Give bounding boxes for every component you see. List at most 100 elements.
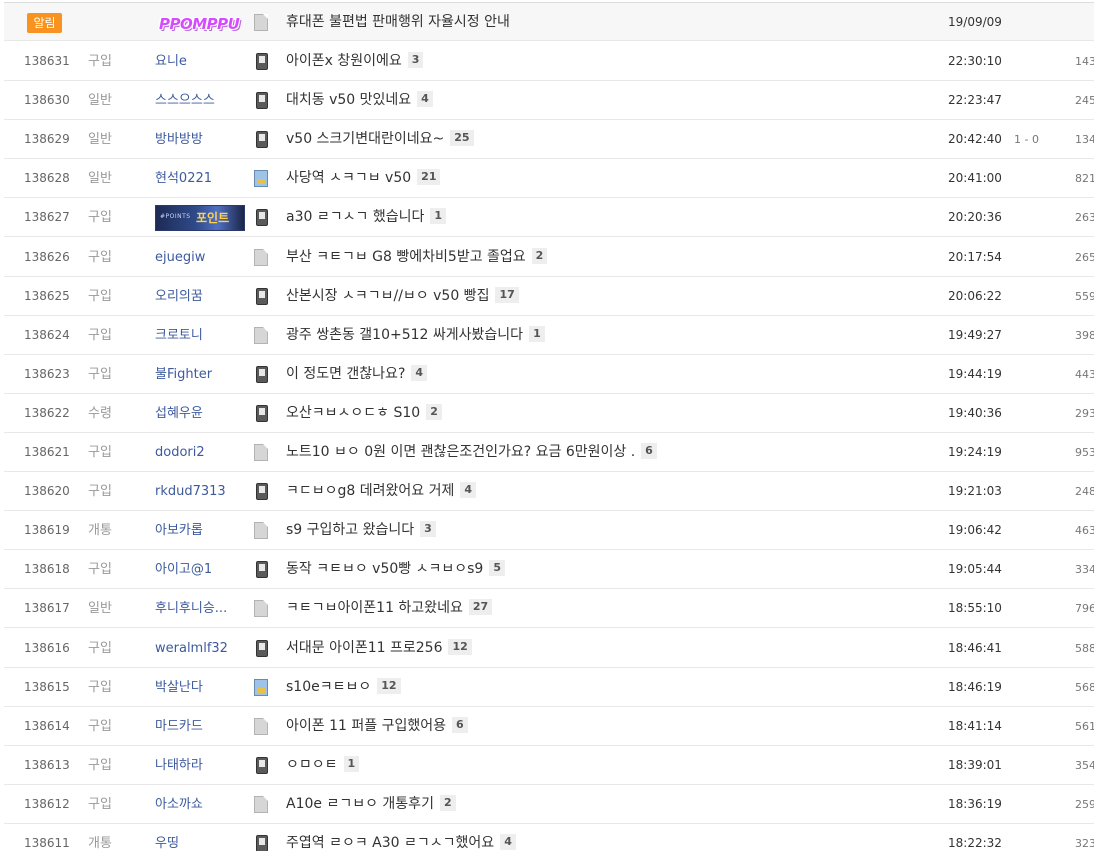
- post-author[interactable]: 스스으스스: [155, 81, 249, 120]
- post-title-link[interactable]: 아이폰x 창원이에요 3: [286, 42, 424, 81]
- table-row[interactable]: 138628 일반 현석0221 사당역 ㅅㅋㄱㅂ v50 21 20:41:00 821: [4, 159, 1094, 199]
- table-row[interactable]: 138629 일반 방바방방 v50 스크기변대란이네요~ 25 20:42:40 1 - …: [4, 120, 1094, 160]
- table-row[interactable]: 138622 수령 섭혜우윤 오산ㅋㅂㅅㅇㄷㅎ S10 2 19:40:36 293: [4, 393, 1094, 433]
- post-author[interactable]: 섭혜우윤: [155, 394, 249, 433]
- post-author[interactable]: dodori2: [155, 433, 249, 472]
- table-row[interactable]: 138624 구입 크로토니 광주 쌍촌동 갤10+512 싸게사봤습니다 1 19:49…: [4, 315, 1094, 355]
- table-row[interactable]: 138611 개통 우띵 주엽역 ㄹㅇㅋ A30 ㄹㄱㅅㄱ했어요 4 18:22:32 32…: [4, 824, 1094, 851]
- view-count: 259: [1075, 797, 1094, 811]
- post-author[interactable]: 아이고@1: [155, 550, 249, 589]
- post-author[interactable]: weralmlf32: [155, 629, 249, 668]
- comment-count[interactable]: 2: [426, 403, 442, 420]
- table-row[interactable]: 138617 일반 후니후니승... ㅋㅌㄱㅂ아이폰11 하고왔네요 27 18:55:1…: [4, 589, 1094, 629]
- author-image[interactable]: #POINTS 포인트: [155, 205, 245, 232]
- post-title-link[interactable]: 광주 쌍촌동 갤10+512 싸게사봤습니다 1: [286, 316, 545, 355]
- table-row[interactable]: 138621 구입 dodori2 노트10 ㅂㅇ 0원 이면 괜찮은조건인가요? 요…: [4, 433, 1094, 472]
- comment-count[interactable]: 21: [417, 169, 441, 186]
- post-author[interactable]: 불Fighter: [155, 355, 249, 394]
- table-row[interactable]: 138625 구입 오리의꿈 산본시장 ㅅㅋㄱㅂ//ㅂㅇ v50 빵집 17 20:06:…: [4, 276, 1094, 316]
- notice-title[interactable]: 휴대폰 불편법 판매행위 자율시정 안내: [286, 3, 510, 42]
- phone-icon: [256, 835, 268, 851]
- post-title-link[interactable]: ㅋㅌㄱㅂ아이폰11 하고왔네요 27: [286, 589, 493, 628]
- comment-count[interactable]: 12: [377, 677, 401, 694]
- table-row[interactable]: 138614 구입 마드카드 아이폰 11 퍼플 구입했어용 6 18:41:14 561: [4, 706, 1094, 746]
- comment-count[interactable]: 3: [407, 52, 424, 68]
- comment-count[interactable]: 4: [411, 364, 428, 381]
- post-title-link[interactable]: 대치동 v50 맛있네요 4: [286, 81, 433, 120]
- comment-count[interactable]: 1: [343, 755, 360, 772]
- notice-row[interactable]: 알림 PPOMPPU 휴대폰 불편법 판매행위 자율시정 안내 19/09/09: [4, 2, 1094, 41]
- post-title-link[interactable]: 노트10 ㅂㅇ 0원 이면 괜찮은조건인가요? 요금 6만원이상 . 6: [286, 433, 657, 472]
- comment-count[interactable]: 27: [468, 599, 493, 616]
- post-title-link[interactable]: 산본시장 ㅅㅋㄱㅂ//ㅂㅇ v50 빵집 17: [286, 277, 519, 316]
- post-author[interactable]: 마드카드: [155, 707, 249, 746]
- image-icon: [254, 170, 268, 188]
- comment-count[interactable]: 6: [451, 716, 468, 733]
- post-title-link[interactable]: 아이폰 11 퍼플 구입했어용 6: [286, 707, 468, 746]
- table-row[interactable]: 138618 구입 아이고@1 동작 ㅋㅌㅂㅇ v50빵 ㅅㅋㅂㅇs9 5 19:05:4…: [4, 550, 1094, 590]
- table-row[interactable]: 138630 일반 스스으스스 대치동 v50 맛있네요 4 22:23:47 245: [4, 81, 1094, 121]
- comment-count[interactable]: 5: [489, 560, 505, 577]
- post-author[interactable]: 후니후니승...: [155, 589, 249, 628]
- table-row[interactable]: 138620 구입 rkdud7313 ㅋㄷㅂㅇg8 데려왔어요 거제 4 19:21:0…: [4, 472, 1094, 512]
- post-author[interactable]: 방바방방: [155, 120, 249, 159]
- post-title-link[interactable]: 오산ㅋㅂㅅㅇㄷㅎ S10 2: [286, 394, 442, 433]
- post-title-link[interactable]: 서대문 아이폰11 프로256 12: [286, 629, 472, 668]
- document-icon: [254, 14, 268, 31]
- table-row[interactable]: 138612 구입 아소까쇼 A10e ㄹㄱㅂㅇ 개통후기 2 18:36:19 259: [4, 784, 1094, 824]
- post-list: 알림 PPOMPPU 휴대폰 불편법 판매행위 자율시정 안내 19/09/09…: [0, 0, 1094, 851]
- post-author[interactable]: 크로토니: [155, 316, 249, 355]
- post-author[interactable]: 아보카롭: [155, 511, 249, 550]
- comment-count[interactable]: 17: [495, 286, 519, 303]
- comment-count[interactable]: 6: [641, 443, 657, 459]
- post-title-link[interactable]: s9 구입하고 왔습니다 3: [286, 511, 436, 550]
- post-title-link[interactable]: A10e ㄹㄱㅂㅇ 개통후기 2: [286, 785, 456, 824]
- post-author[interactable]: rkdud7313: [155, 472, 249, 511]
- post-title-link[interactable]: 부산 ㅋㅌㄱㅂ G8 빵에차비5받고 졸업요 2: [286, 238, 548, 277]
- table-row[interactable]: 138631 구입 요니e 아이폰x 창원이에요 3 22:30:10 143: [4, 42, 1094, 81]
- post-title-link[interactable]: 동작 ㅋㅌㅂㅇ v50빵 ㅅㅋㅂㅇs9 5: [286, 550, 505, 589]
- comment-count[interactable]: 3: [420, 521, 436, 538]
- post-title-link[interactable]: 이 정도면 갠찮나요? 4: [286, 355, 428, 394]
- post-author[interactable]: 박살난다: [155, 668, 249, 707]
- post-title: 이 정도면 갠찮나요?: [286, 365, 406, 382]
- post-time: 20:06:22: [948, 288, 1002, 303]
- post-author[interactable]: 현석0221: [155, 159, 249, 198]
- comment-count[interactable]: 4: [500, 834, 516, 850]
- post-category: 구입: [88, 210, 112, 226]
- comment-count[interactable]: 1: [430, 208, 446, 225]
- table-row[interactable]: 138615 구입 박살난다 s10eㅋㅌㅂㅇ 12 18:46:19 568: [4, 667, 1094, 707]
- comment-count[interactable]: 1: [529, 325, 545, 342]
- post-author[interactable]: 나태하라: [155, 746, 249, 785]
- post-title-link[interactable]: s10eㅋㅌㅂㅇ 12: [286, 668, 401, 707]
- table-row[interactable]: 138623 구입 불Fighter 이 정도면 갠찮나요? 4 19:44:19 443: [4, 354, 1094, 394]
- document-icon: [254, 248, 268, 266]
- comment-count[interactable]: 4: [460, 482, 477, 499]
- comment-count[interactable]: 12: [448, 638, 472, 655]
- table-row[interactable]: 138613 구입 나태하라 ㅇㅁㅇㅌ 1 18:39:01 354: [4, 745, 1094, 785]
- comment-count[interactable]: 4: [417, 91, 433, 108]
- post-number: 138613: [24, 757, 70, 772]
- image-icon: [254, 678, 268, 696]
- vote-count: [1014, 707, 1064, 746]
- post-author[interactable]: 오리의꿈: [155, 277, 249, 316]
- comment-count[interactable]: 2: [439, 794, 456, 811]
- post-category: 구입: [88, 640, 112, 656]
- post-time: 18:22:32: [948, 836, 1002, 850]
- post-author[interactable]: 우띵: [155, 824, 249, 851]
- post-title-link[interactable]: ㅋㄷㅂㅇg8 데려왔어요 거제 4: [286, 472, 477, 511]
- table-row[interactable]: 138626 구입 ejuegiw 부산 ㅋㅌㄱㅂ G8 빵에차비5받고 졸업요 2 20…: [4, 237, 1094, 277]
- comment-count[interactable]: 2: [531, 247, 548, 264]
- post-title-link[interactable]: 주엽역 ㄹㅇㅋ A30 ㄹㄱㅅㄱ했어요 4: [286, 824, 516, 851]
- post-author[interactable]: 아소까쇼: [155, 785, 249, 824]
- post-author[interactable]: 요니e: [155, 42, 249, 81]
- comment-count[interactable]: 25: [450, 130, 474, 147]
- post-title-link[interactable]: a30 ㄹㄱㅅㄱ 했습니다 1: [286, 198, 446, 237]
- post-author[interactable]: ejuegiw: [155, 238, 249, 277]
- post-title-link[interactable]: 사당역 ㅅㅋㄱㅂ v50 21: [286, 159, 441, 198]
- post-title-link[interactable]: v50 스크기변대란이네요~ 25: [286, 120, 474, 159]
- post-title-link[interactable]: ㅇㅁㅇㅌ 1: [286, 746, 360, 785]
- table-row[interactable]: 138627 구입 #POINTS 포인트 a30 ㄹㄱㅅㄱ 했습니다 1 20:20:36…: [4, 198, 1094, 238]
- table-row[interactable]: 138619 개통 아보카롭 s9 구입하고 왔습니다 3 19:06:42 463: [4, 511, 1094, 551]
- table-row[interactable]: 138616 구입 weralmlf32 서대문 아이폰11 프로256 12 18:46…: [4, 628, 1094, 668]
